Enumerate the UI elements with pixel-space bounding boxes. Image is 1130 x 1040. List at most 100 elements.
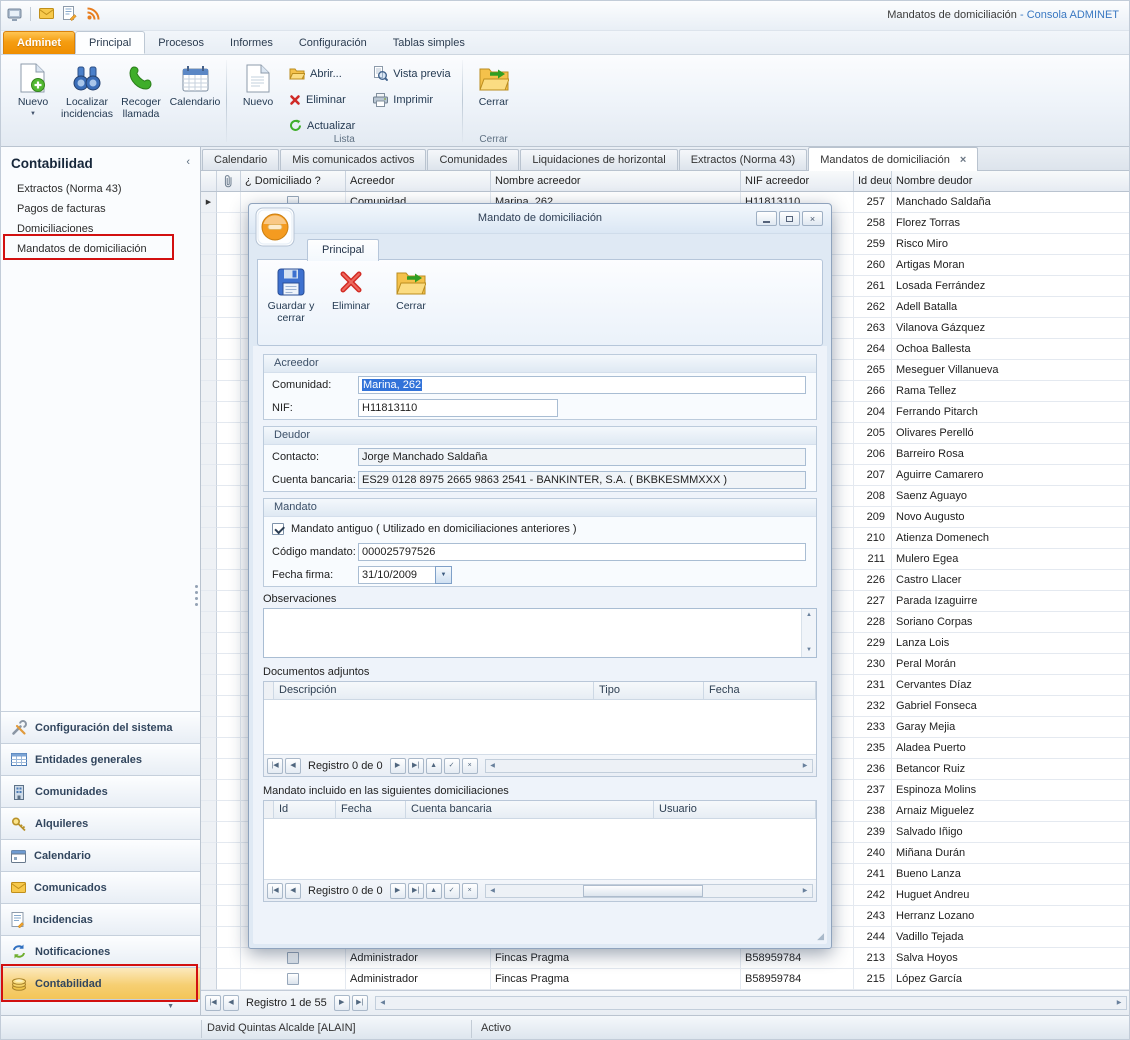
sidebar-item-extractos-norma-43[interactable]: Extractos (Norma 43) xyxy=(1,179,200,199)
splitter-handle[interactable] xyxy=(194,583,199,608)
table-row[interactable]: AdministradorFincas PragmaB58959784215Ló… xyxy=(201,969,1130,990)
collapse-sidebar-icon[interactable]: ‹ xyxy=(186,156,190,168)
nav-item-configuracion-del-sistema[interactable]: Configuración del sistema xyxy=(1,711,200,743)
scroll-right-icon[interactable]: ▶ xyxy=(798,760,812,772)
column-header-fecha[interactable]: Fecha xyxy=(704,682,816,699)
ribbon-button-eliminar[interactable]: Eliminar xyxy=(285,89,362,110)
pager-next-button[interactable]: ▶ xyxy=(390,758,406,774)
document-tab-comunidades[interactable]: Comunidades xyxy=(427,149,519,170)
table-row[interactable]: AdministradorFincas PragmaB58959784213Sa… xyxy=(201,948,1130,969)
ribbon-button-vista-previa[interactable]: Vista previa xyxy=(369,63,457,84)
ribbon-button-abrir[interactable]: Abrir... xyxy=(285,63,362,84)
document-tab-liquidaciones-de-horizontal[interactable]: Liquidaciones de horizontal xyxy=(520,149,677,170)
ribbon-button-cerrar[interactable]: Cerrar xyxy=(467,58,521,132)
pager-post-button[interactable]: ✓ xyxy=(444,758,460,774)
fecha-firma-dropdown-icon[interactable]: ▼ xyxy=(435,566,452,584)
scroll-right-icon[interactable]: ▶ xyxy=(798,885,812,897)
nav-item-incidencias[interactable]: Incidencias xyxy=(1,903,200,935)
column-header-id[interactable]: Id xyxy=(274,801,336,818)
domiciliado-checkbox[interactable] xyxy=(287,973,299,985)
mail-icon[interactable] xyxy=(39,8,54,20)
pager-prev-button[interactable]: ◀ xyxy=(223,995,239,1011)
dialog-tab-principal[interactable]: Principal xyxy=(307,239,379,261)
pager-last-button[interactable]: ▶| xyxy=(408,758,424,774)
resize-grip[interactable]: ◢ xyxy=(817,931,824,942)
maximize-icon[interactable] xyxy=(779,211,800,226)
scroll-down-icon[interactable]: ▼ xyxy=(802,644,816,657)
nav-item-comunicados[interactable]: Comunicados xyxy=(1,871,200,903)
pager-prev-button[interactable]: ◀ xyxy=(285,883,301,899)
nav-item-entidades-generales[interactable]: Entidades generales xyxy=(1,743,200,775)
feed-icon[interactable] xyxy=(86,7,100,21)
scroll-left-icon[interactable]: ◀ xyxy=(376,997,390,1009)
ribbon-tab-informes[interactable]: Informes xyxy=(217,32,286,55)
pager-first-button[interactable]: |◀ xyxy=(205,995,221,1011)
horizontal-scrollbar[interactable]: ◀▶ xyxy=(485,884,813,898)
pager-first-button[interactable]: |◀ xyxy=(267,758,283,774)
ribbon-button-nuevo[interactable]: Nuevo xyxy=(231,58,285,132)
ribbon-tab-procesos[interactable]: Procesos xyxy=(145,32,217,55)
column-header-domiciliado[interactable]: ¿ Domiciliado ? xyxy=(241,171,346,191)
ribbon-tab-principal[interactable]: Principal xyxy=(75,31,145,54)
nav-item-calendario[interactable]: Calendario xyxy=(1,839,200,871)
horizontal-scrollbar[interactable]: ◀▶ xyxy=(375,996,1127,1010)
ribbon-button-localizar-incidencias[interactable]: Localizar incidencias xyxy=(60,58,114,132)
codigo-mandato-input[interactable]: 000025797526 xyxy=(358,543,806,561)
pager-first-button[interactable]: |◀ xyxy=(267,883,283,899)
app-icon[interactable] xyxy=(7,7,22,22)
column-header-descripcion[interactable]: Descripción xyxy=(274,682,594,699)
sidebar-item-domiciliaciones[interactable]: Domiciliaciones xyxy=(1,219,200,239)
domiciliado-checkbox[interactable] xyxy=(287,952,299,964)
dialog-title-bar[interactable]: Mandato de domiciliación × xyxy=(249,204,831,234)
column-header-acreedor[interactable]: Acreedor xyxy=(346,171,491,191)
close-icon[interactable]: × xyxy=(802,211,823,226)
column-header-tipo[interactable]: Tipo xyxy=(594,682,704,699)
nav-item-contabilidad[interactable]: Contabilidad xyxy=(1,967,200,999)
pager-post-button[interactable]: ✓ xyxy=(444,883,460,899)
pager-next-button[interactable]: ▶ xyxy=(390,883,406,899)
column-header-nombre-deudor[interactable]: Nombre deudor xyxy=(892,171,1130,191)
nav-item-alquileres[interactable]: Alquileres xyxy=(1,807,200,839)
scroll-left-icon[interactable]: ◀ xyxy=(486,760,500,772)
pager-next-button[interactable]: ▶ xyxy=(334,995,350,1011)
sidebar-item-pagos-de-facturas[interactable]: Pagos de facturas xyxy=(1,199,200,219)
document-tab-calendario[interactable]: Calendario xyxy=(202,149,279,170)
column-header-nombre-acreedor[interactable]: Nombre acreedor xyxy=(491,171,741,191)
fecha-firma-input[interactable]: 31/10/2009 xyxy=(358,566,436,584)
dialog-button-guardar-y-cerrar[interactable]: Guardar y cerrar xyxy=(262,264,320,341)
configure-buttons-chevron-icon[interactable]: ▼ xyxy=(167,1003,174,1010)
note-icon[interactable] xyxy=(62,6,78,22)
column-header-nif-acreedor[interactable]: NIF acreedor xyxy=(741,171,854,191)
ribbon-tab-tablas-simples[interactable]: Tablas simples xyxy=(380,32,478,55)
scroll-up-icon[interactable]: ▲ xyxy=(802,609,816,622)
document-tab-mandatos-de-domiciliacion[interactable]: Mandatos de domiciliación× xyxy=(808,147,978,171)
documentos-grid-body[interactable] xyxy=(264,700,816,754)
column-header-cuenta-bancaria[interactable]: Cuenta bancaria xyxy=(406,801,654,818)
comunidad-input[interactable]: Marina, 262 xyxy=(358,376,806,394)
column-header-usuario[interactable]: Usuario xyxy=(654,801,816,818)
vertical-scrollbar[interactable]: ▲ ▼ xyxy=(801,609,816,657)
document-tab-mis-comunicados-activos[interactable]: Mis comunicados activos xyxy=(280,149,426,170)
pager-edit-button[interactable]: ▲ xyxy=(426,883,442,899)
scrollbar-thumb[interactable] xyxy=(583,885,702,897)
pager-last-button[interactable]: ▶| xyxy=(352,995,368,1011)
attachment-column-header[interactable] xyxy=(217,171,241,191)
ribbon-button-actualizar[interactable]: Actualizar xyxy=(285,115,362,136)
dialog-button-cerrar[interactable]: Cerrar xyxy=(382,264,440,341)
pager-cancel-button[interactable]: × xyxy=(462,758,478,774)
close-tab-icon[interactable]: × xyxy=(960,154,966,166)
column-header-id-deudor[interactable]: Id deudor xyxy=(854,171,892,191)
nav-item-notificaciones[interactable]: Notificaciones xyxy=(1,935,200,967)
scroll-right-icon[interactable]: ▶ xyxy=(1112,997,1126,1009)
nif-input[interactable]: H11813110 xyxy=(358,399,558,417)
domiciliaciones-grid-body[interactable] xyxy=(264,819,816,879)
nav-item-comunidades[interactable]: Comunidades xyxy=(1,775,200,807)
observaciones-textarea[interactable]: ▲ ▼ xyxy=(263,608,817,658)
document-tab-extractos-norma-43[interactable]: Extractos (Norma 43) xyxy=(679,149,808,170)
sidebar-item-mandatos-de-domiciliacion[interactable]: Mandatos de domiciliación xyxy=(1,239,200,259)
pager-cancel-button[interactable]: × xyxy=(462,883,478,899)
ribbon-button-recoger-llamada[interactable]: Recoger llamada xyxy=(114,58,168,132)
cuenta-bancaria-input[interactable]: ES29 0128 8975 2665 9863 2541 - BANKINTE… xyxy=(358,471,806,489)
horizontal-scrollbar[interactable]: ◀▶ xyxy=(485,759,813,773)
mandato-antiguo-checkbox[interactable] xyxy=(272,523,284,535)
